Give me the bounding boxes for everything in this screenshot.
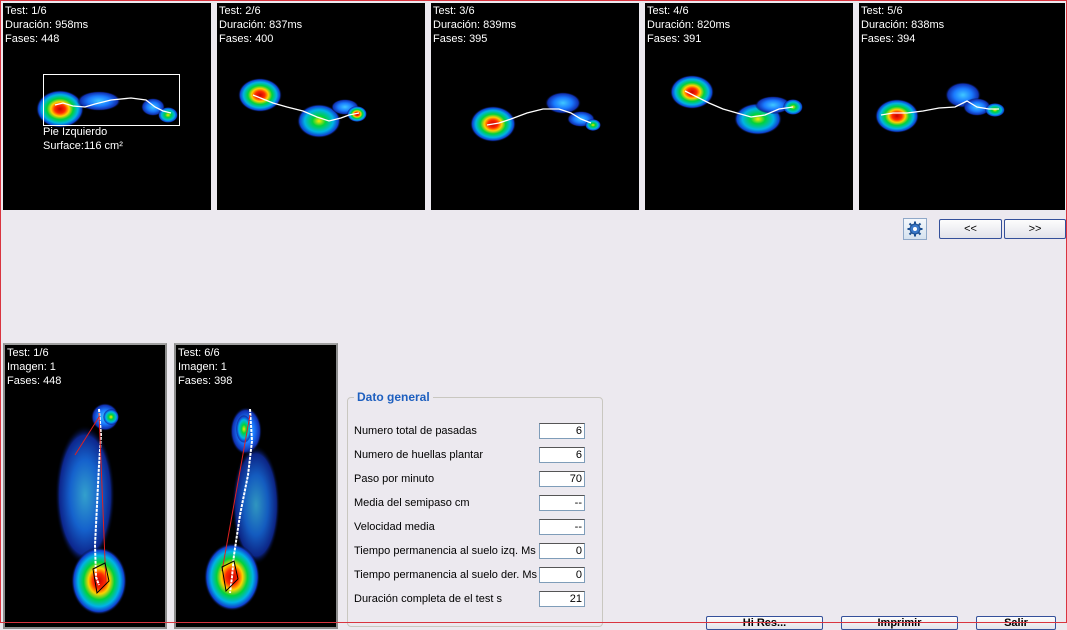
test-info: Test: 4/6 Duración: 820ms Fases: 391 — [647, 4, 730, 46]
row-value-field[interactable]: 70 — [539, 471, 585, 487]
test-info: Test: 5/6 Duración: 838ms Fases: 394 — [861, 4, 944, 46]
row-label: Tiempo permanencia al suelo der. Ms — [354, 569, 538, 581]
data-row: Tiempo permanencia al suelo der. Ms 0 — [354, 567, 594, 583]
data-row: Duración completa de el test s 21 — [354, 591, 594, 607]
test-number: Test: 2/6 — [219, 5, 261, 17]
test-number: Test: 1/6 — [7, 347, 49, 359]
row-value-field[interactable]: 6 — [539, 423, 585, 439]
test-number: Test: 4/6 — [647, 5, 689, 17]
bottom-test-panel-2[interactable]: Test: 6/6 Imagen: 1 Fases: 398 — [174, 343, 338, 629]
test-duration: Duración: 820ms — [647, 19, 731, 31]
test-duration: Duración: 837ms — [219, 19, 303, 31]
test-panel-2[interactable]: Test: 2/6 Duración: 837ms Fases: 400 — [217, 3, 425, 210]
settings-button[interactable] — [903, 218, 927, 240]
next-button[interactable]: >> — [1004, 219, 1066, 239]
test-phases: Fases: 394 — [861, 33, 916, 45]
test-image: Imagen: 1 — [178, 361, 227, 373]
row-value-field[interactable]: 0 — [539, 567, 585, 583]
test-number: Test: 6/6 — [178, 347, 220, 359]
test-number: Test: 3/6 — [433, 5, 475, 17]
test-info: Test: 2/6 Duración: 837ms Fases: 400 — [219, 4, 302, 46]
print-button[interactable]: Imprimir — [841, 616, 958, 630]
data-row: Numero de huellas plantar 6 — [354, 447, 594, 463]
test-phases: Fases: 400 — [219, 33, 274, 45]
bottom-test-panel-1[interactable]: Test: 1/6 Imagen: 1 Fases: 448 — [3, 343, 167, 629]
test-duration: Duración: 958ms — [5, 19, 89, 31]
row-label: Numero total de pasadas — [354, 425, 477, 437]
data-row: Media del semipaso cm -- — [354, 495, 594, 511]
row-value-field[interactable]: -- — [539, 495, 585, 511]
test-panel-5[interactable]: Test: 5/6 Duración: 838ms Fases: 394 — [859, 3, 1065, 210]
row-label: Numero de huellas plantar — [354, 449, 484, 461]
test-phases: Fases: 398 — [178, 375, 233, 387]
surface-label: Surface:116 cm² — [43, 140, 123, 152]
test-phases: Fases: 395 — [433, 33, 488, 45]
test-info: Test: 6/6 Imagen: 1 Fases: 398 — [178, 346, 232, 388]
hi-res-button[interactable]: Hi Res... — [706, 616, 823, 630]
test-image: Imagen: 1 — [7, 361, 56, 373]
test-info: Test: 1/6 Imagen: 1 Fases: 448 — [7, 346, 61, 388]
test-number: Test: 1/6 — [5, 5, 47, 17]
test-panel-3[interactable]: Test: 3/6 Duración: 839ms Fases: 395 — [431, 3, 639, 210]
test-info: Test: 3/6 Duración: 839ms Fases: 395 — [433, 4, 516, 46]
test-phases: Fases: 448 — [5, 33, 60, 45]
row-value-field[interactable]: -- — [539, 519, 585, 535]
row-label: Paso por minuto — [354, 473, 435, 485]
test-phases: Fases: 391 — [647, 33, 702, 45]
general-data-title: Dato general — [354, 390, 433, 404]
data-row: Tiempo permanencia al suelo izq. Ms 0 — [354, 543, 594, 559]
exit-button[interactable]: Salir — [976, 616, 1056, 630]
row-value-field[interactable]: 21 — [539, 591, 585, 607]
row-value-field[interactable]: 0 — [539, 543, 585, 559]
test-panel-1[interactable]: Test: 1/6 Duración: 958ms Fases: 448 Pie… — [3, 3, 211, 210]
test-info: Test: 1/6 Duración: 958ms Fases: 448 — [5, 4, 88, 46]
row-label: Media del semipaso cm — [354, 497, 470, 509]
foot-label: Pie Izquierdo — [43, 126, 108, 138]
selection-box[interactable] — [43, 74, 180, 126]
row-label: Tiempo permanencia al suelo izq. Ms — [354, 545, 536, 557]
test-duration: Duración: 839ms — [433, 19, 517, 31]
test-duration: Duración: 838ms — [861, 19, 945, 31]
test-number: Test: 5/6 — [861, 5, 903, 17]
row-label: Duración completa de el test s — [354, 593, 502, 605]
data-row: Paso por minuto 70 — [354, 471, 594, 487]
data-row: Numero total de pasadas 6 — [354, 423, 594, 439]
data-row: Velocidad media -- — [354, 519, 594, 535]
test-phases: Fases: 448 — [7, 375, 62, 387]
prev-button[interactable]: << — [939, 219, 1002, 239]
row-label: Velocidad media — [354, 521, 435, 533]
row-value-field[interactable]: 6 — [539, 447, 585, 463]
test-panel-4[interactable]: Test: 4/6 Duración: 820ms Fases: 391 — [645, 3, 853, 210]
gear-icon — [907, 221, 923, 237]
